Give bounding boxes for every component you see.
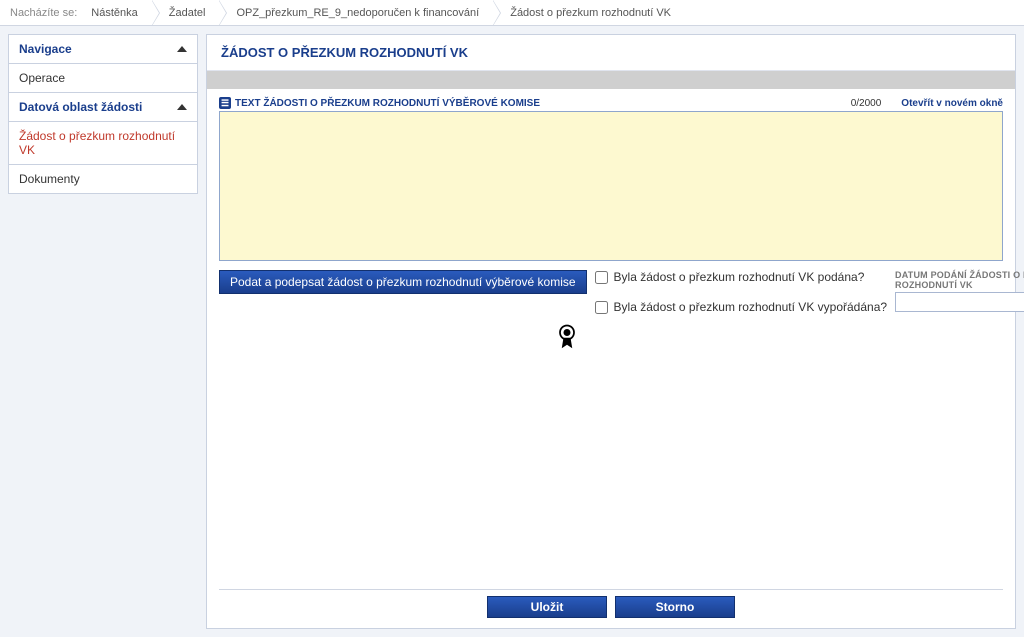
sidebar-data-title: Datová oblast žádosti [19,100,142,114]
breadcrumb-item-0[interactable]: Nástěnka [81,0,151,25]
sidebar-data-header[interactable]: Datová oblast žádosti [8,92,198,122]
text-field-label: TEXT ŽÁDOSTI O PŘEZKUM ROZHODNUTÍ VÝBĚRO… [235,98,540,109]
cancel-button[interactable]: Storno [615,596,735,618]
date-input[interactable] [895,292,1024,312]
sidebar: Navigace Operace Datová oblast žádosti Ž… [8,34,198,629]
sidebar-nav-title: Navigace [19,42,72,56]
sidebar-item-zadost[interactable]: Žádost o přezkum rozhodnutí VK [8,122,198,165]
char-counter: 0/2000 [851,98,882,109]
breadcrumb-item-1[interactable]: Žadatel [159,0,220,25]
save-button[interactable]: Uložit [487,596,607,618]
request-text-input[interactable] [219,111,1003,261]
breadcrumb: Nacházíte se: Nástěnka Žadatel OPZ_přezk… [0,0,1024,26]
check-settled-input[interactable] [595,301,608,314]
date-field-label: DATUM PODÁNÍ ŽÁDOSTI O PŘEZKUM ROZHODNUT… [895,270,1024,290]
chevron-up-icon [177,104,187,110]
breadcrumb-item-3[interactable]: Žádost o přezkum rozhodnutí VK [500,0,685,25]
check-settled-label: Byla žádost o přezkum rozhodnutí VK vypo… [614,300,888,314]
sidebar-item-operace[interactable]: Operace [8,64,198,93]
main-panel: ŽÁDOST O PŘEZKUM ROZHODNUTÍ VK ☰ TEXT ŽÁ… [206,34,1016,629]
seal-icon [551,320,583,352]
check-submitted-input[interactable] [595,271,608,284]
page-title: ŽÁDOST O PŘEZKUM ROZHODNUTÍ VK [207,35,1015,71]
open-new-window-link[interactable]: Otevřít v novém okně [901,98,1003,109]
sidebar-item-dokumenty[interactable]: Dokumenty [8,165,198,194]
breadcrumb-label: Nacházíte se: [10,7,77,19]
chevron-up-icon [177,46,187,52]
breadcrumb-item-2[interactable]: OPZ_přezkum_RE_9_nedoporučen k financová… [226,0,493,25]
check-settled: Byla žádost o přezkum rozhodnutí VK vypo… [595,300,888,314]
submit-sign-button[interactable]: Podat a podepsat žádost o přezkum rozhod… [219,270,587,294]
gray-separator [207,71,1015,89]
sidebar-nav-header[interactable]: Navigace [8,34,198,64]
required-badge-icon: ☰ [219,97,231,109]
check-submitted-label: Byla žádost o přezkum rozhodnutí VK podá… [614,270,865,284]
check-submitted: Byla žádost o přezkum rozhodnutí VK podá… [595,270,888,284]
